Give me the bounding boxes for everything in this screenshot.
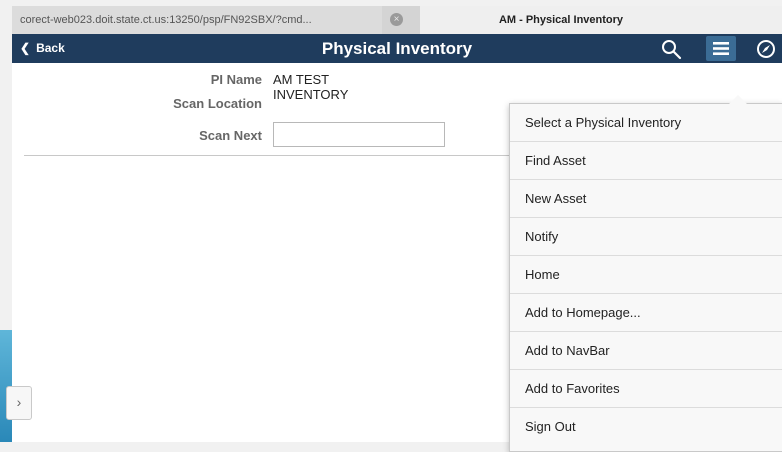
pi-name-value: AM TEST INVENTORY <box>273 72 349 102</box>
scan-next-input[interactable] <box>273 122 445 147</box>
close-tab-icon[interactable]: × <box>390 13 403 26</box>
app-frame: ❮ Back Physical Inventory PI Name AM TES… <box>12 34 782 452</box>
menu-item-add-to-navbar[interactable]: Add to NavBar <box>510 332 782 370</box>
menu-item-sign-out[interactable]: Sign Out <box>510 408 782 446</box>
browser-tab-bar: corect-web023.doit.state.ct.us:13250/psp… <box>12 6 782 35</box>
pi-name-label: PI Name <box>210 72 262 87</box>
menu-item-home[interactable]: Home <box>510 256 782 294</box>
menu-item-add-to-homepage[interactable]: Add to Homepage... <box>510 294 782 332</box>
hamburger-menu-icon[interactable] <box>706 36 736 61</box>
navbar-compass-icon[interactable] <box>756 39 776 59</box>
search-icon[interactable] <box>660 38 682 60</box>
expand-chevron-icon[interactable]: › <box>6 386 32 420</box>
menu-item-add-to-favorites[interactable]: Add to Favorites <box>510 370 782 408</box>
menu-item-find-asset[interactable]: Find Asset <box>510 142 782 180</box>
header-bar: ❮ Back Physical Inventory <box>12 34 782 63</box>
menu-caret <box>729 95 747 104</box>
menu-item-select-physical-inventory[interactable]: Select a Physical Inventory <box>510 104 782 142</box>
browser-tab-active[interactable]: AM - Physical Inventory <box>420 6 782 34</box>
scan-location-label: Scan Location <box>173 96 262 111</box>
menu-item-new-asset[interactable]: New Asset <box>510 180 782 218</box>
browser-tab-url[interactable]: corect-web023.doit.state.ct.us:13250/psp… <box>12 6 382 34</box>
menu-item-notify[interactable]: Notify <box>510 218 782 256</box>
scan-next-label: Scan Next <box>199 128 262 143</box>
actions-dropdown-menu: Select a Physical Inventory Find Asset N… <box>509 95 782 452</box>
